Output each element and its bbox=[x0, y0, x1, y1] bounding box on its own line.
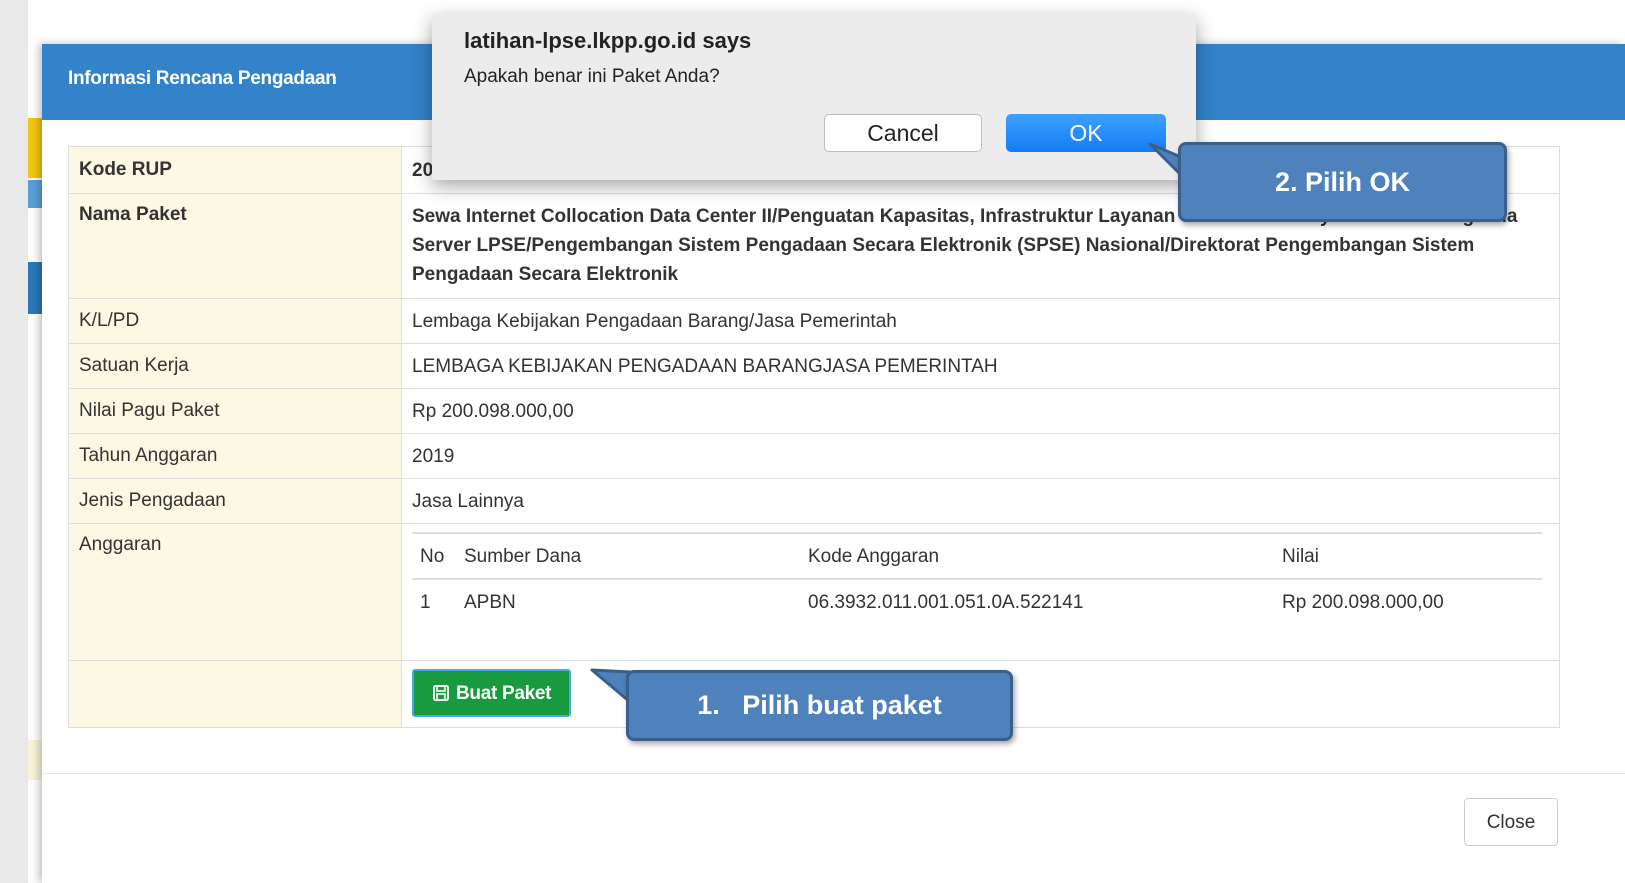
anggaran-cell: No Sumber Dana Kode Anggaran Nilai 1 APB… bbox=[402, 524, 1559, 660]
row-tahun-anggaran: Tahun Anggaran 2019 bbox=[69, 434, 1559, 479]
col-header-sumber-dana: Sumber Dana bbox=[464, 545, 582, 567]
kode-rup-label: Kode RUP bbox=[69, 147, 402, 193]
dialog-title: latihan-lpse.lkpp.go.id says bbox=[464, 28, 752, 53]
nilai-pagu-label: Nilai Pagu Paket bbox=[69, 389, 402, 433]
background-tab bbox=[28, 118, 42, 178]
row-jenis-pengadaan: Jenis Pengadaan Jasa Lainnya bbox=[69, 479, 1559, 524]
satuan-kerja-value: LEMBAGA KEBIJAKAN PENGADAAN BARANGJASA P… bbox=[412, 355, 998, 377]
ok-button[interactable]: OK bbox=[1006, 114, 1166, 152]
col-header-no: No bbox=[420, 545, 445, 567]
klpd-value: Lembaga Kebijakan Pengadaan Barang/Jasa … bbox=[412, 310, 897, 332]
close-button[interactable]: Close bbox=[1464, 798, 1558, 846]
tahun-anggaran-value: 2019 bbox=[412, 445, 455, 467]
dialog-message: Apakah benar ini Paket Anda? bbox=[464, 66, 720, 87]
buat-paket-label: Buat Paket bbox=[456, 682, 552, 704]
background-tab bbox=[28, 740, 42, 780]
actions-label-cell bbox=[69, 661, 402, 727]
nama-paket-label: Nama Paket bbox=[69, 194, 402, 298]
satuan-kerja-label: Satuan Kerja bbox=[69, 344, 402, 388]
row-klpd: K/L/PD Lembaga Kebijakan Pengadaan Baran… bbox=[69, 299, 1559, 344]
jenis-pengadaan-value: Jasa Lainnya bbox=[412, 490, 524, 512]
klpd-label: K/L/PD bbox=[69, 299, 402, 343]
row-satuan-kerja: Satuan Kerja LEMBAGA KEBIJAKAN PENGADAAN… bbox=[69, 344, 1559, 389]
cancel-button[interactable]: Cancel bbox=[824, 114, 982, 152]
modal-title: Informasi Rencana Pengadaan bbox=[68, 68, 337, 89]
buat-paket-button[interactable]: Buat Paket bbox=[412, 669, 572, 717]
callout-pilih-buat-paket: 1. Pilih buat paket bbox=[626, 670, 1013, 741]
confirm-dialog: latihan-lpse.lkpp.go.id says Apakah bena… bbox=[432, 14, 1196, 180]
cell-nilai: Rp 200.098.000,00 bbox=[1282, 591, 1444, 613]
jenis-pengadaan-label: Jenis Pengadaan bbox=[69, 479, 402, 523]
callout-pilih-ok: 2. Pilih OK bbox=[1178, 142, 1507, 222]
anggaran-table-header: No Sumber Dana Kode Anggaran Nilai bbox=[412, 534, 1542, 580]
modal-footer-divider bbox=[42, 773, 1625, 774]
col-header-kode-anggaran: Kode Anggaran bbox=[808, 545, 940, 567]
col-header-nilai: Nilai bbox=[1282, 545, 1319, 567]
save-icon bbox=[433, 685, 449, 701]
anggaran-label: Anggaran bbox=[69, 524, 402, 660]
cell-sumber-dana: APBN bbox=[464, 591, 516, 613]
cell-kode-anggaran: 06.3932.011.001.051.0A.522141 bbox=[808, 591, 1084, 613]
cell-no: 1 bbox=[420, 591, 431, 613]
callout-buat-text: 1. Pilih buat paket bbox=[697, 690, 942, 720]
callout-ok-text: 2. Pilih OK bbox=[1274, 166, 1411, 197]
tahun-anggaran-label: Tahun Anggaran bbox=[69, 434, 402, 478]
background-tab bbox=[28, 180, 42, 208]
row-anggaran: Anggaran No Sumber Dana Kode Anggaran Ni… bbox=[69, 524, 1559, 661]
background-tab bbox=[28, 262, 42, 314]
anggaran-table: No Sumber Dana Kode Anggaran Nilai 1 APB… bbox=[412, 532, 1542, 624]
table-row: 1 APBN 06.3932.011.001.051.0A.522141 Rp … bbox=[412, 580, 1542, 624]
row-nilai-pagu: Nilai Pagu Paket Rp 200.098.000,00 bbox=[69, 389, 1559, 434]
nilai-pagu-value: Rp 200.098.000,00 bbox=[412, 400, 574, 422]
info-table: Kode RUP 20580760 Nama Paket Sewa Intern… bbox=[68, 146, 1560, 728]
